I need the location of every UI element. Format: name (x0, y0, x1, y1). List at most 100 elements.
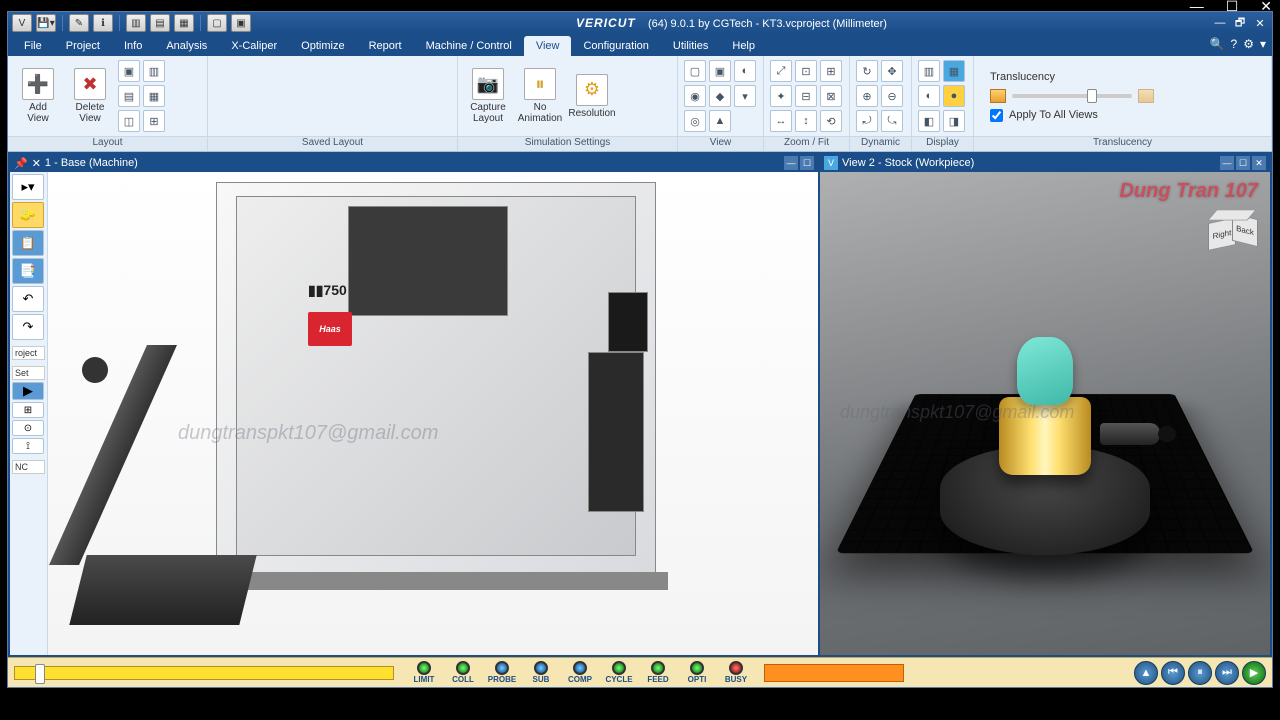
view-btn-1[interactable]: ▢ (684, 60, 706, 82)
view-btn-4[interactable]: ◉ (684, 85, 706, 107)
resolution-button[interactable]: ⚙ Resolution (568, 60, 616, 132)
side-item-active[interactable]: ▶ (12, 382, 44, 400)
dyn-btn-6[interactable]: ⤿ (881, 110, 903, 132)
view2-minimize-button[interactable]: — (1220, 156, 1234, 170)
help-icon[interactable]: ? (1231, 37, 1238, 51)
add-view-button[interactable]: ➕ Add View (14, 60, 62, 132)
translucency-slider[interactable] (1012, 94, 1132, 98)
menu-machine-control[interactable]: Machine / Control (414, 36, 524, 56)
qat-capture-button[interactable]: ▢ (207, 14, 227, 32)
window-minimize-button[interactable]: — (1212, 15, 1228, 31)
zoom-btn-2[interactable]: ⊡ (795, 60, 817, 82)
view-btn-6[interactable]: ▾ (734, 85, 756, 107)
side-tree-1[interactable]: ⊞ (12, 402, 44, 418)
layout-opt5-button[interactable]: ◫ (118, 110, 140, 132)
side-tool-dropdown[interactable]: ▸▾ (12, 174, 44, 200)
progress-slider[interactable] (14, 666, 394, 680)
window-close-button[interactable]: ✕ (1252, 15, 1268, 31)
view-btn-8[interactable]: ▲ (709, 110, 731, 132)
qat-save-button[interactable]: 💾▾ (36, 14, 56, 32)
pause-button[interactable]: ⏸ (1188, 661, 1212, 685)
zoom-btn-1[interactable]: ⤢ (770, 60, 792, 82)
disp-btn-4[interactable]: ● (943, 85, 965, 107)
menu-optimize[interactable]: Optimize (289, 36, 356, 56)
menu-info[interactable]: Info (112, 36, 154, 56)
view-btn-3[interactable]: ◐ (734, 60, 756, 82)
menu-report[interactable]: Report (357, 36, 414, 56)
zoom-btn-9[interactable]: ⟲ (820, 110, 842, 132)
settings-gear-icon[interactable]: ⚙ (1243, 37, 1254, 51)
side-section-nc[interactable]: NC (12, 460, 45, 474)
qat-info-button[interactable]: ℹ (93, 14, 113, 32)
play-button[interactable]: ▶ (1242, 661, 1266, 685)
view2-close-button[interactable]: ✕ (1252, 156, 1266, 170)
side-tool-redo[interactable]: ↷ (12, 314, 44, 340)
layout-opt1-button[interactable]: ▣ (118, 60, 140, 82)
window-restore-button[interactable]: 🗗 (1232, 15, 1248, 31)
qat-record-button[interactable]: ▣ (231, 14, 251, 32)
side-tool-add[interactable]: 📑 (12, 258, 44, 284)
step-button[interactable]: ⏭ (1215, 661, 1239, 685)
saved-layout-group-label: Saved Layout (208, 136, 457, 151)
zoom-btn-5[interactable]: ⊟ (795, 85, 817, 107)
side-tree-3[interactable]: ⟟ (12, 438, 44, 454)
menu-view[interactable]: View (524, 36, 572, 56)
menu-more-icon[interactable]: ▾ (1260, 37, 1266, 51)
no-animation-button[interactable]: ⏸ No Animation (516, 60, 564, 132)
layout-opt6-button[interactable]: ⊞ (143, 110, 165, 132)
disp-btn-3[interactable]: ◐ (918, 85, 940, 107)
apply-all-views-checkbox[interactable]: Apply To All Views (990, 109, 1154, 122)
view-btn-5[interactable]: ◆ (709, 85, 731, 107)
side-tool-eraser[interactable]: 🧽 (12, 202, 44, 228)
qat-layout1-button[interactable]: ▥ (126, 14, 146, 32)
menu-file[interactable]: File (12, 36, 54, 56)
zoom-btn-8[interactable]: ↕ (795, 110, 817, 132)
disp-btn-6[interactable]: ◨ (943, 110, 965, 132)
stock-viewport[interactable]: Dung Tran 107 Right Back dungtranspkt107… (820, 172, 1270, 655)
disp-btn-5[interactable]: ◧ (918, 110, 940, 132)
view1-close-icon[interactable]: ✕ (32, 157, 41, 170)
qat-layout2-button[interactable]: ▤ (150, 14, 170, 32)
dyn-btn-5[interactable]: ⤾ (856, 110, 878, 132)
search-icon[interactable]: 🔍 (1210, 37, 1225, 51)
view1-maximize-button[interactable]: ☐ (800, 156, 814, 170)
menu-utilities[interactable]: Utilities (661, 36, 720, 56)
qat-app-button[interactable]: V (12, 14, 32, 32)
disp-btn-1[interactable]: ▥ (918, 60, 940, 82)
delete-view-button[interactable]: ✖ Delete View (66, 60, 114, 132)
play-up-button[interactable]: ▲ (1134, 661, 1158, 685)
zoom-btn-3[interactable]: ⊞ (820, 60, 842, 82)
zoom-btn-7[interactable]: ↔ (770, 110, 792, 132)
capture-layout-button[interactable]: 📷 Capture Layout (464, 60, 512, 132)
dyn-btn-2[interactable]: ✥ (881, 60, 903, 82)
view1-pin-icon[interactable]: 📌 (14, 157, 28, 170)
layout-opt3-button[interactable]: ▤ (118, 85, 140, 107)
dyn-btn-1[interactable]: ↻ (856, 60, 878, 82)
view-btn-2[interactable]: ▣ (709, 60, 731, 82)
dyn-btn-4[interactable]: ⊖ (881, 85, 903, 107)
machine-viewport[interactable]: ▮▮750 Haas dungtranspkt107@gmail.com (48, 172, 818, 655)
zoom-btn-6[interactable]: ⊠ (820, 85, 842, 107)
disp-btn-2[interactable]: ▦ (943, 60, 965, 82)
dyn-btn-3[interactable]: ⊕ (856, 85, 878, 107)
menu-project[interactable]: Project (54, 36, 112, 56)
side-tool-undo[interactable]: ↶ (12, 286, 44, 312)
side-tree-2[interactable]: ⊙ (12, 420, 44, 436)
side-section-project[interactable]: roject (12, 346, 45, 360)
rewind-button[interactable]: ⏮ (1161, 661, 1185, 685)
view1-minimize-button[interactable]: — (784, 156, 798, 170)
menu-configuration[interactable]: Configuration (571, 36, 660, 56)
qat-layout3-button[interactable]: ▦ (174, 14, 194, 32)
menu-analysis[interactable]: Analysis (154, 36, 219, 56)
qat-tool-button[interactable]: ✎ (69, 14, 89, 32)
nav-cube[interactable]: Right Back (1202, 202, 1254, 254)
side-tool-list[interactable]: 📋 (12, 230, 44, 256)
view2-maximize-button[interactable]: ☐ (1236, 156, 1250, 170)
view-btn-7[interactable]: ◎ (684, 110, 706, 132)
zoom-btn-4[interactable]: ✦ (770, 85, 792, 107)
side-section-setup[interactable]: Set (12, 366, 45, 380)
menu-help[interactable]: Help (720, 36, 767, 56)
layout-opt2-button[interactable]: ▥ (143, 60, 165, 82)
layout-opt4-button[interactable]: ▦ (143, 85, 165, 107)
menu-x-caliper[interactable]: X-Caliper (219, 36, 289, 56)
